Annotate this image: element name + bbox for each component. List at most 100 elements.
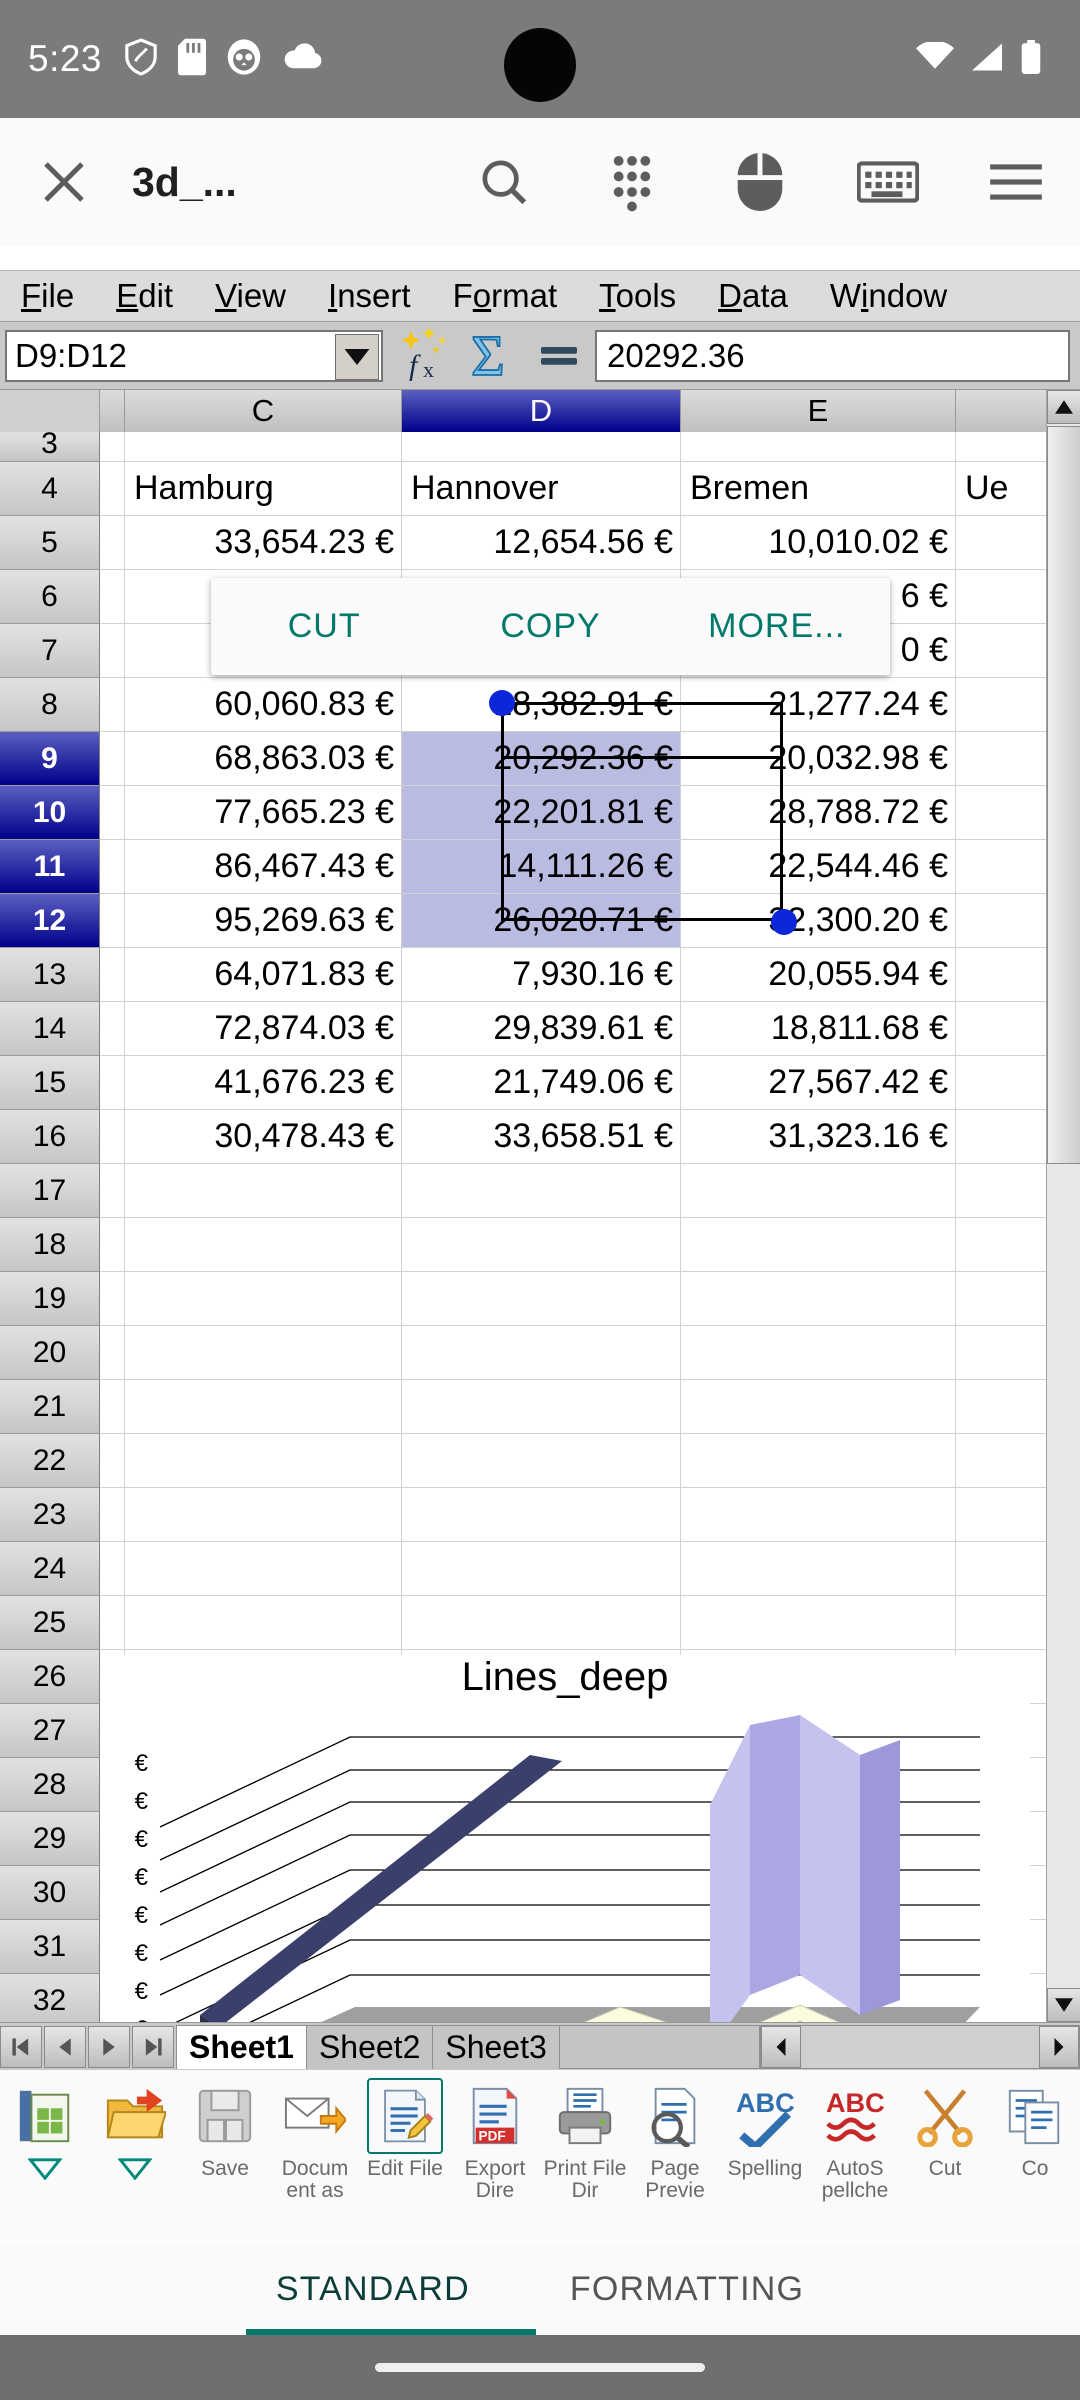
row-header-12[interactable]: 12 (0, 894, 100, 948)
mouse-button[interactable] (696, 118, 824, 246)
cell-B25[interactable] (100, 1596, 125, 1650)
cell-C14[interactable]: 72,874.03 € (125, 1002, 402, 1056)
cell-B7[interactable] (100, 624, 125, 678)
toolbar-item-4[interactable]: Edit File (360, 2078, 450, 2180)
table-row[interactable]: 33,654.23 €12,654.56 €10,010.02 €7 (100, 516, 1080, 570)
cell-C24[interactable] (125, 1542, 402, 1596)
cell-E14[interactable]: 18,811.68 € (681, 1002, 956, 1056)
cell-D20[interactable] (402, 1326, 681, 1380)
cell-E20[interactable] (681, 1326, 956, 1380)
scroll-right-button[interactable] (1039, 2025, 1079, 2068)
new-document-icon[interactable] (7, 2078, 83, 2154)
cell-E25[interactable] (681, 1596, 956, 1650)
column-header-e[interactable]: E (681, 390, 956, 432)
row-header-28[interactable]: 28 (0, 1758, 100, 1812)
cell-C11[interactable]: 86,467.43 € (125, 840, 402, 894)
row-header-9[interactable]: 9 (0, 732, 100, 786)
copy-button[interactable]: COPY (437, 607, 663, 646)
table-row[interactable]: 60,060.83 €18,382.91 €21,277.24 €2 (100, 678, 1080, 732)
table-row[interactable] (100, 1542, 1080, 1596)
row-header-10[interactable]: 10 (0, 786, 100, 840)
cell-E22[interactable] (681, 1434, 956, 1488)
row-header-11[interactable]: 11 (0, 840, 100, 894)
formula-equals-icon[interactable] (535, 329, 583, 382)
select-all-corner[interactable] (0, 390, 100, 432)
cell-D24[interactable] (402, 1542, 681, 1596)
cell-B17[interactable] (100, 1164, 125, 1218)
sheet-tab-sheet2[interactable]: Sheet2 (305, 2024, 434, 2069)
row-header-16[interactable]: 16 (0, 1110, 100, 1164)
row-header-15[interactable]: 15 (0, 1056, 100, 1110)
export-pdf-icon[interactable]: PDF (457, 2078, 533, 2154)
menu-window[interactable]: Window (809, 277, 968, 315)
cell-B3[interactable] (100, 432, 125, 462)
row-header-29[interactable]: 29 (0, 1812, 100, 1866)
cut-button[interactable]: CUT (211, 607, 437, 646)
cell-D23[interactable] (402, 1488, 681, 1542)
cell-C25[interactable] (125, 1596, 402, 1650)
cell-D11[interactable]: 14,111.26 € (402, 840, 681, 894)
chart-object[interactable]: Lines_deep € € € € € € € € € € € € (100, 1655, 1030, 2022)
column-header-b[interactable] (100, 390, 125, 432)
open-folder-icon[interactable] (97, 2078, 173, 2154)
table-row[interactable] (100, 1596, 1080, 1650)
menu-tools[interactable]: Tools (578, 277, 697, 315)
cell-D4[interactable]: Hannover (402, 462, 681, 516)
cell-C20[interactable] (125, 1326, 402, 1380)
cell-E23[interactable] (681, 1488, 956, 1542)
table-row[interactable] (100, 1218, 1080, 1272)
table-row[interactable]: 68,863.03 €20,292.36 €20,032.98 €3 (100, 732, 1080, 786)
cell-D19[interactable] (402, 1272, 681, 1326)
cell-D21[interactable] (402, 1380, 681, 1434)
toolbar-item-7[interactable]: Page Previe (630, 2078, 720, 2202)
selection-handle-start[interactable] (489, 690, 515, 716)
row-header-13[interactable]: 13 (0, 948, 100, 1002)
row-header-18[interactable]: 18 (0, 1218, 100, 1272)
attach-email-icon[interactable] (277, 2078, 353, 2154)
vertical-scrollbar[interactable] (1046, 390, 1080, 2022)
cell-B12[interactable] (100, 894, 125, 948)
cell-C22[interactable] (125, 1434, 402, 1488)
toolbar-item-0[interactable] (0, 2078, 90, 2190)
cell-E17[interactable] (681, 1164, 956, 1218)
first-sheet-button[interactable] (0, 2025, 42, 2068)
table-row[interactable] (100, 1380, 1080, 1434)
home-gesture-pill[interactable] (375, 2363, 705, 2372)
cell-C19[interactable] (125, 1272, 402, 1326)
cell-D18[interactable] (402, 1218, 681, 1272)
cell-B14[interactable] (100, 1002, 125, 1056)
toolbar-item-8[interactable]: ABC Spelling (720, 2078, 810, 2180)
cell-B5[interactable] (100, 516, 125, 570)
scroll-left-button[interactable] (761, 2025, 801, 2068)
menu-format[interactable]: Format (432, 277, 579, 315)
toolbar-item-1[interactable] (90, 2078, 180, 2190)
cell-B6[interactable] (100, 570, 125, 624)
more-button[interactable]: MORE... (664, 607, 890, 646)
sheet-tab-sheet3[interactable]: Sheet3 (432, 2024, 560, 2069)
chevron-down-icon[interactable] (27, 2156, 63, 2186)
cell-E12[interactable]: 32,300.20 € (681, 894, 956, 948)
edit-file-icon[interactable] (367, 2078, 443, 2154)
table-row[interactable]: 86,467.43 €14,111.26 €22,544.46 €4 (100, 840, 1080, 894)
cell-B13[interactable] (100, 948, 125, 1002)
table-row[interactable] (100, 432, 1080, 462)
row-header-5[interactable]: 5 (0, 516, 100, 570)
menu-view[interactable]: View (194, 277, 307, 315)
chevron-down-icon[interactable] (117, 2156, 153, 2186)
cell-E24[interactable] (681, 1542, 956, 1596)
cell-C13[interactable]: 64,071.83 € (125, 948, 402, 1002)
cell-C9[interactable]: 68,863.03 € (125, 732, 402, 786)
cell-E15[interactable]: 27,567.42 € (681, 1056, 956, 1110)
next-sheet-button[interactable] (88, 2025, 130, 2068)
scissors-icon[interactable] (907, 2078, 983, 2154)
cell-C21[interactable] (125, 1380, 402, 1434)
row-header-21[interactable]: 21 (0, 1380, 100, 1434)
toolbar-item-11[interactable]: Co (990, 2078, 1080, 2180)
cell-E16[interactable]: 31,323.16 € (681, 1110, 956, 1164)
column-header-d[interactable]: D (402, 390, 681, 432)
scroll-up-button[interactable] (1047, 390, 1080, 424)
row-header-26[interactable]: 26 (0, 1650, 100, 1704)
cell-B9[interactable] (100, 732, 125, 786)
cell-C16[interactable]: 30,478.43 € (125, 1110, 402, 1164)
search-button[interactable] (440, 118, 568, 246)
